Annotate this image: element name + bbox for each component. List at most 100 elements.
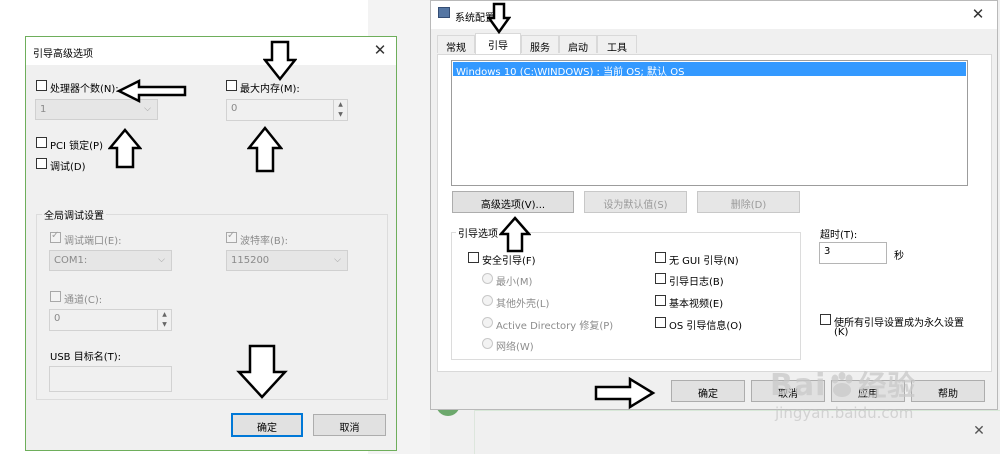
radio-ad-repair-label: Active Directory 修复(P) (496, 321, 614, 332)
pci-lock-label: PCI 锁定(P) (50, 141, 103, 152)
timeout-value: 3 (824, 246, 831, 257)
arrow-down-icon (263, 40, 297, 82)
arrow-right-icon (594, 376, 656, 410)
radio-network[interactable] (482, 338, 493, 349)
set-default-button[interactable]: 设为默认值(S) (584, 191, 687, 213)
processor-count-label: 处理器个数(N): (50, 84, 119, 95)
baidu-watermark: Bai 经验 (770, 364, 916, 404)
arrow-left-icon (117, 78, 187, 104)
channel-label: 通道(C): (64, 295, 103, 306)
close-icon[interactable]: ✕ (970, 423, 988, 443)
tab-startup[interactable]: 启动 (559, 35, 597, 54)
system-configuration-dialog: 系统配置 ✕ 常规 引导 服务 启动 工具 Windows 10 (C:\WIN… (430, 0, 998, 410)
boot-tab-panel: Windows 10 (C:\WINDOWS) : 当前 OS; 默认 OS 高… (437, 54, 992, 372)
spin-down-icon[interactable]: ▼ (158, 320, 171, 330)
tab-label: 引导 (488, 41, 508, 52)
make-permanent-label: 使所有引导设置成为永久设置 (834, 318, 964, 329)
timeout-label: 超时(T): (820, 230, 858, 241)
ok-button-label: 确定 (257, 423, 277, 434)
dialog-title: 引导高级选项 (33, 49, 93, 60)
radio-alternate-shell-label: 其他外壳(L) (496, 299, 550, 310)
max-memory-field[interactable]: 0 (226, 99, 348, 121)
baud-rate-select[interactable]: 115200 ⌵ (226, 250, 348, 271)
usb-target-field[interactable] (49, 366, 172, 392)
list-item[interactable]: Windows 10 (C:\WINDOWS) : 当前 OS; 默认 OS (453, 62, 966, 78)
debug-port-label: 调试端口(E): (64, 236, 122, 247)
spin-up-icon[interactable]: ▲ (334, 100, 347, 110)
watermark-brand-2: 经验 (858, 369, 917, 402)
chevron-down-icon: ⌵ (334, 255, 341, 265)
cancel-button[interactable]: 取消 (313, 414, 386, 436)
processor-count-checkbox[interactable] (36, 80, 47, 91)
tab-label: 常规 (446, 43, 466, 54)
boot-options-title: 引导选项 (456, 225, 500, 240)
delete-button[interactable]: 删除(D) (697, 191, 800, 213)
os-boot-info-label: OS 引导信息(O) (669, 321, 743, 332)
close-icon[interactable]: ✕ (370, 41, 390, 59)
timeout-unit: 秒 (894, 251, 904, 262)
boot-advanced-options-dialog: 引导高级选项 ✕ 处理器个数(N): 1 ⌵ 最大内存(M): 0 ▲ ▼ PC… (25, 36, 397, 451)
no-gui-boot-label: 无 GUI 引导(N) (669, 256, 739, 267)
msconfig-icon (438, 7, 450, 18)
spin-down-icon[interactable]: ▼ (334, 110, 347, 120)
chevron-down-icon: ⌵ (144, 104, 151, 114)
help-button-label: 帮助 (938, 389, 958, 400)
debug-checkbox[interactable] (36, 158, 47, 169)
advanced-options-label: 高级选项(V)... (480, 200, 546, 211)
channel-field[interactable]: 0 (49, 309, 172, 331)
arrow-up-icon (247, 126, 283, 173)
safe-boot-label: 安全引导(F) (482, 256, 536, 267)
arrow-up-icon (499, 216, 531, 253)
baud-rate-value: 115200 (231, 255, 270, 266)
ok-button[interactable]: 确定 (671, 380, 745, 402)
background-divider (474, 410, 1000, 411)
ok-button-label: 确定 (698, 389, 718, 400)
watermark-brand: Bai (770, 368, 827, 403)
processor-count-value: 1 (40, 104, 47, 115)
boot-entries-list[interactable]: Windows 10 (C:\WINDOWS) : 当前 OS; 默认 OS (451, 60, 968, 186)
global-debug-settings-title: 全局调试设置 (42, 207, 106, 222)
set-default-label: 设为默认值(S) (603, 200, 668, 211)
tab-label: 工具 (607, 43, 627, 54)
paw-icon (827, 371, 857, 397)
no-gui-boot-checkbox[interactable] (655, 252, 666, 263)
usb-target-label: USB 目标名(T): (50, 352, 121, 363)
advanced-options-button[interactable]: 高级选项(V)... (452, 191, 574, 213)
tab-general[interactable]: 常规 (437, 35, 475, 54)
timeout-field[interactable]: 3 (819, 242, 887, 264)
background-vertical-divider (474, 410, 475, 454)
baidu-watermark-url: jingyan.baidu.com (775, 404, 914, 422)
radio-network-label: 网络(W) (496, 342, 534, 353)
baud-rate-checkbox[interactable] (226, 230, 237, 243)
spin-up-icon[interactable]: ▲ (158, 310, 171, 320)
safe-boot-checkbox[interactable] (468, 252, 479, 263)
help-button[interactable]: 帮助 (911, 380, 985, 402)
tab-tools[interactable]: 工具 (597, 35, 637, 54)
tab-label: 服务 (530, 43, 550, 54)
radio-minimal[interactable] (482, 273, 493, 284)
radio-ad-repair[interactable] (482, 317, 493, 328)
channel-value: 0 (54, 313, 61, 324)
boot-log-checkbox[interactable] (655, 273, 666, 284)
make-permanent-checkbox[interactable] (820, 314, 831, 325)
radio-alternate-shell[interactable] (482, 295, 493, 306)
max-memory-stepper[interactable]: ▲ ▼ (333, 100, 347, 120)
debug-port-value: COM1: (54, 255, 88, 266)
debug-port-checkbox[interactable] (50, 230, 61, 243)
base-video-checkbox[interactable] (655, 295, 666, 306)
max-memory-value: 0 (231, 103, 238, 114)
delete-label: 删除(D) (730, 200, 767, 211)
close-icon[interactable]: ✕ (968, 5, 988, 23)
max-memory-checkbox[interactable] (226, 80, 237, 91)
channel-checkbox[interactable] (50, 291, 61, 302)
pci-lock-checkbox[interactable] (36, 137, 47, 148)
chevron-down-icon: ⌵ (158, 255, 165, 265)
tab-boot[interactable]: 引导 (475, 33, 521, 55)
ok-button[interactable]: 确定 (231, 413, 303, 437)
debug-port-select[interactable]: COM1: ⌵ (49, 250, 172, 271)
tab-services[interactable]: 服务 (521, 35, 559, 54)
boot-log-label: 引导日志(B) (669, 277, 724, 288)
channel-stepper[interactable]: ▲ ▼ (157, 310, 171, 330)
os-boot-info-checkbox[interactable] (655, 317, 666, 328)
radio-minimal-label: 最小(M) (496, 277, 533, 288)
